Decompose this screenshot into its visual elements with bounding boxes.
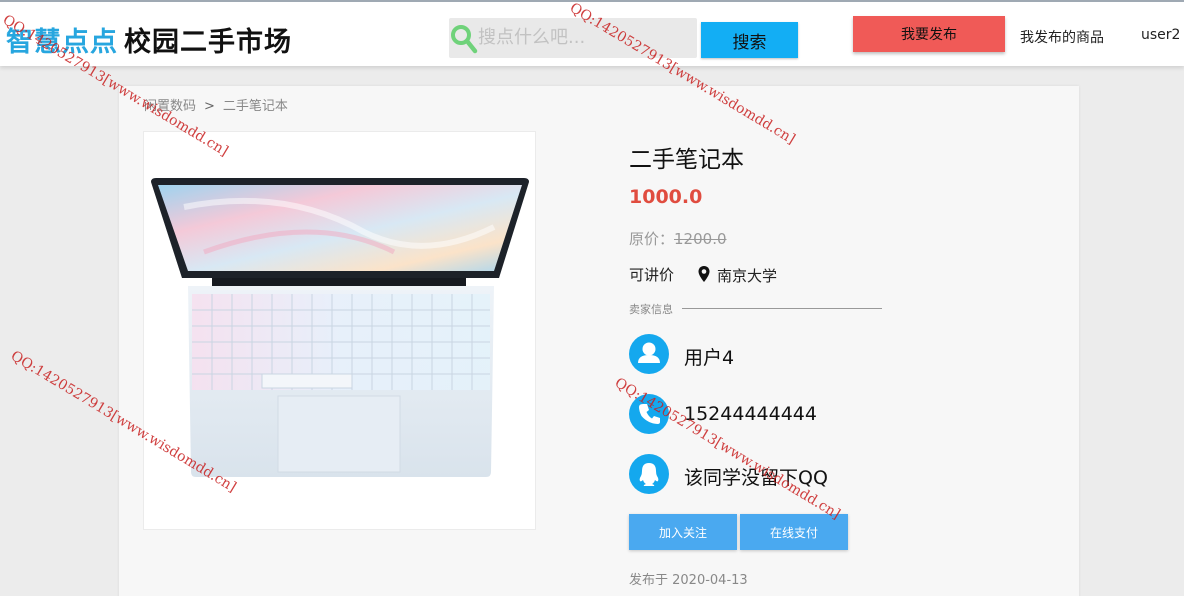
publish-button[interactable]: 我要发布 <box>853 16 1005 52</box>
original-price: 原价：1200.0 <box>629 228 727 249</box>
negotiable-tag: 可讲价 <box>629 266 675 284</box>
user-menu[interactable]: user2 <box>1141 27 1180 43</box>
my-goods-link[interactable]: 我发布的商品 <box>1020 27 1104 47</box>
follow-button[interactable]: 加入关注 <box>629 514 737 550</box>
original-price-label: 原价： <box>629 230 675 248</box>
user-icon <box>629 334 669 374</box>
location-text: 南京大学 <box>717 267 778 285</box>
search-button[interactable]: 搜索 <box>701 22 798 58</box>
site-title: 校园二手市场 <box>124 27 292 58</box>
search-icon <box>451 25 478 54</box>
product-price: 1000.0 <box>629 186 703 208</box>
seller-section-label: 卖家信息 <box>629 303 673 316</box>
location-pin-icon <box>698 266 710 282</box>
qq-icon <box>629 454 669 494</box>
breadcrumb-current: 二手笔记本 <box>222 99 288 114</box>
divider <box>682 308 882 309</box>
original-price-value: 1200.0 <box>674 230 727 248</box>
seller-phone: 15244444444 <box>684 403 817 425</box>
posted-date: 发布于 2020-04-13 <box>629 573 748 588</box>
breadcrumb-separator: > <box>204 99 215 114</box>
product-title: 二手笔记本 <box>629 147 744 173</box>
seller-name: 用户4 <box>684 347 735 369</box>
page: 智慧点点 校园二手市场 搜索 我要发布 我发布的商品 user2 闲置数码>二手… <box>0 0 1184 596</box>
